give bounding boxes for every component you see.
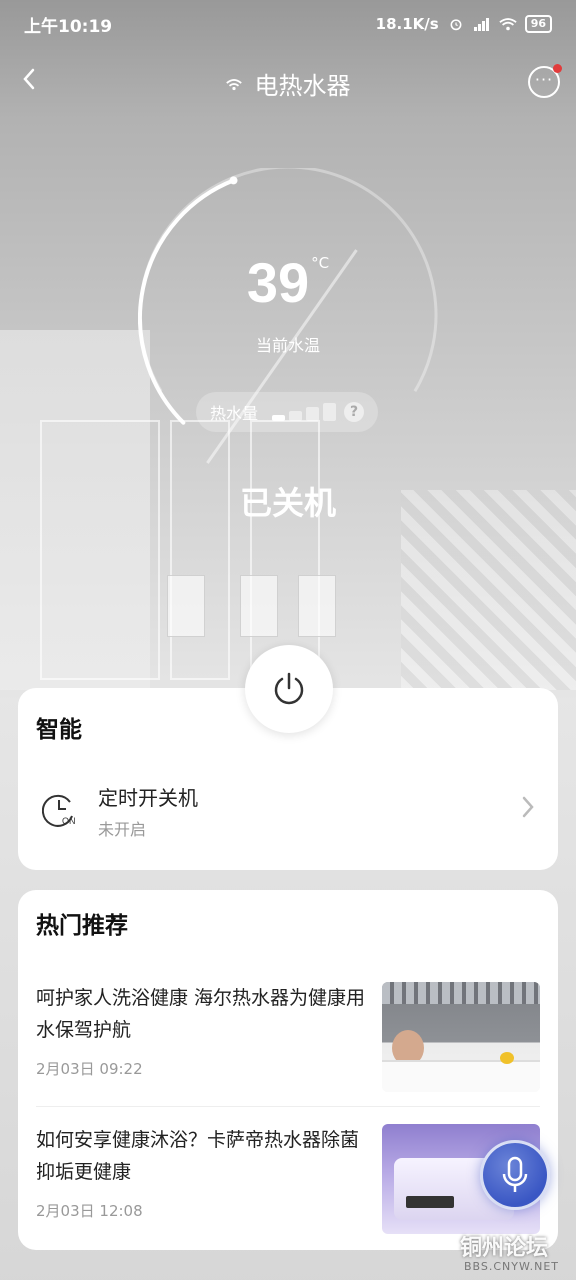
level-bar [272,415,286,421]
article-thumbnail [382,982,540,1092]
timer-schedule-row[interactable]: ON 定时开关机 未开启 [18,776,558,856]
temperature-label: 当前水温 [255,336,320,355]
level-bar [323,403,337,421]
voice-assistant-button[interactable] [480,1140,550,1210]
device-wifi-icon [225,76,248,95]
smart-card-title: 智能 [36,717,82,743]
level-bar [306,407,320,421]
page-title: 电热水器 [0,66,576,101]
more-dots-icon: ··· [534,70,554,89]
timer-status: 未开启 [98,820,147,839]
hot-water-label: 热水量 [210,404,259,423]
power-icon [274,672,304,705]
status-time: 上午10:19 [24,16,113,37]
timer-icon-badge: ON [62,816,76,826]
article-title: 呵护家人洗浴健康 海尔热水器为健康用水保驾护航 [36,987,366,1041]
timer-clock-icon: ON [42,794,76,827]
power-button[interactable] [245,645,333,733]
alarm-icon [450,19,462,31]
temperature-value: 39 [246,251,310,314]
microphone-icon [502,1156,528,1192]
forum-watermark: 铜州论坛 BBS.CNYW.NET [420,1228,576,1280]
timer-title: 定时开关机 [98,786,198,810]
article-title: 如何安享健康沐浴？卡萨帝热水器除菌抑垢更健康 [36,1129,360,1183]
hot-recommend-card: 热门推荐 呵护家人洗浴健康 海尔热水器为健康用水保驾护航 2月03日 09:22… [18,890,558,1250]
article-item[interactable]: 如何安享健康沐浴？卡萨帝热水器除菌抑垢更健康 2月03日 12:08 [18,1124,558,1236]
level-bar [289,411,303,421]
current-temperature: 39 °C [0,250,576,315]
hot-water-level-bars [272,403,337,421]
signal-icon [473,18,489,31]
article-date: 2月03日 09:22 [36,1060,143,1078]
temperature-unit: °C [311,254,330,272]
gauge-knob [229,176,238,185]
notification-dot [553,64,562,73]
hot-water-indicator[interactable]: 热水量 ? [196,392,378,432]
device-power-state: 已关机 [239,484,336,522]
divider [36,1106,540,1107]
network-speed: 18.1K/s [375,15,439,33]
status-bar: 上午10:19 18.1K/s 96 [0,0,576,48]
page-title-text: 电热水器 [254,72,351,100]
article-date: 2月03日 12:08 [36,1202,143,1220]
nav-bar: 电热水器 ··· [0,52,576,112]
battery-indicator: 96 [524,15,552,33]
wifi-icon [499,18,517,31]
watermark-name: 铜州论坛 [460,1236,549,1261]
more-button[interactable]: ··· [528,64,562,98]
chevron-right-icon [522,796,534,818]
help-icon[interactable]: ? [344,402,365,422]
article-item[interactable]: 呵护家人洗浴健康 海尔热水器为健康用水保驾护航 2月03日 09:22 [18,982,558,1094]
hot-recommend-title: 热门推荐 [36,913,128,939]
watermark-url: BBS.CNYW.NET [464,1260,560,1273]
